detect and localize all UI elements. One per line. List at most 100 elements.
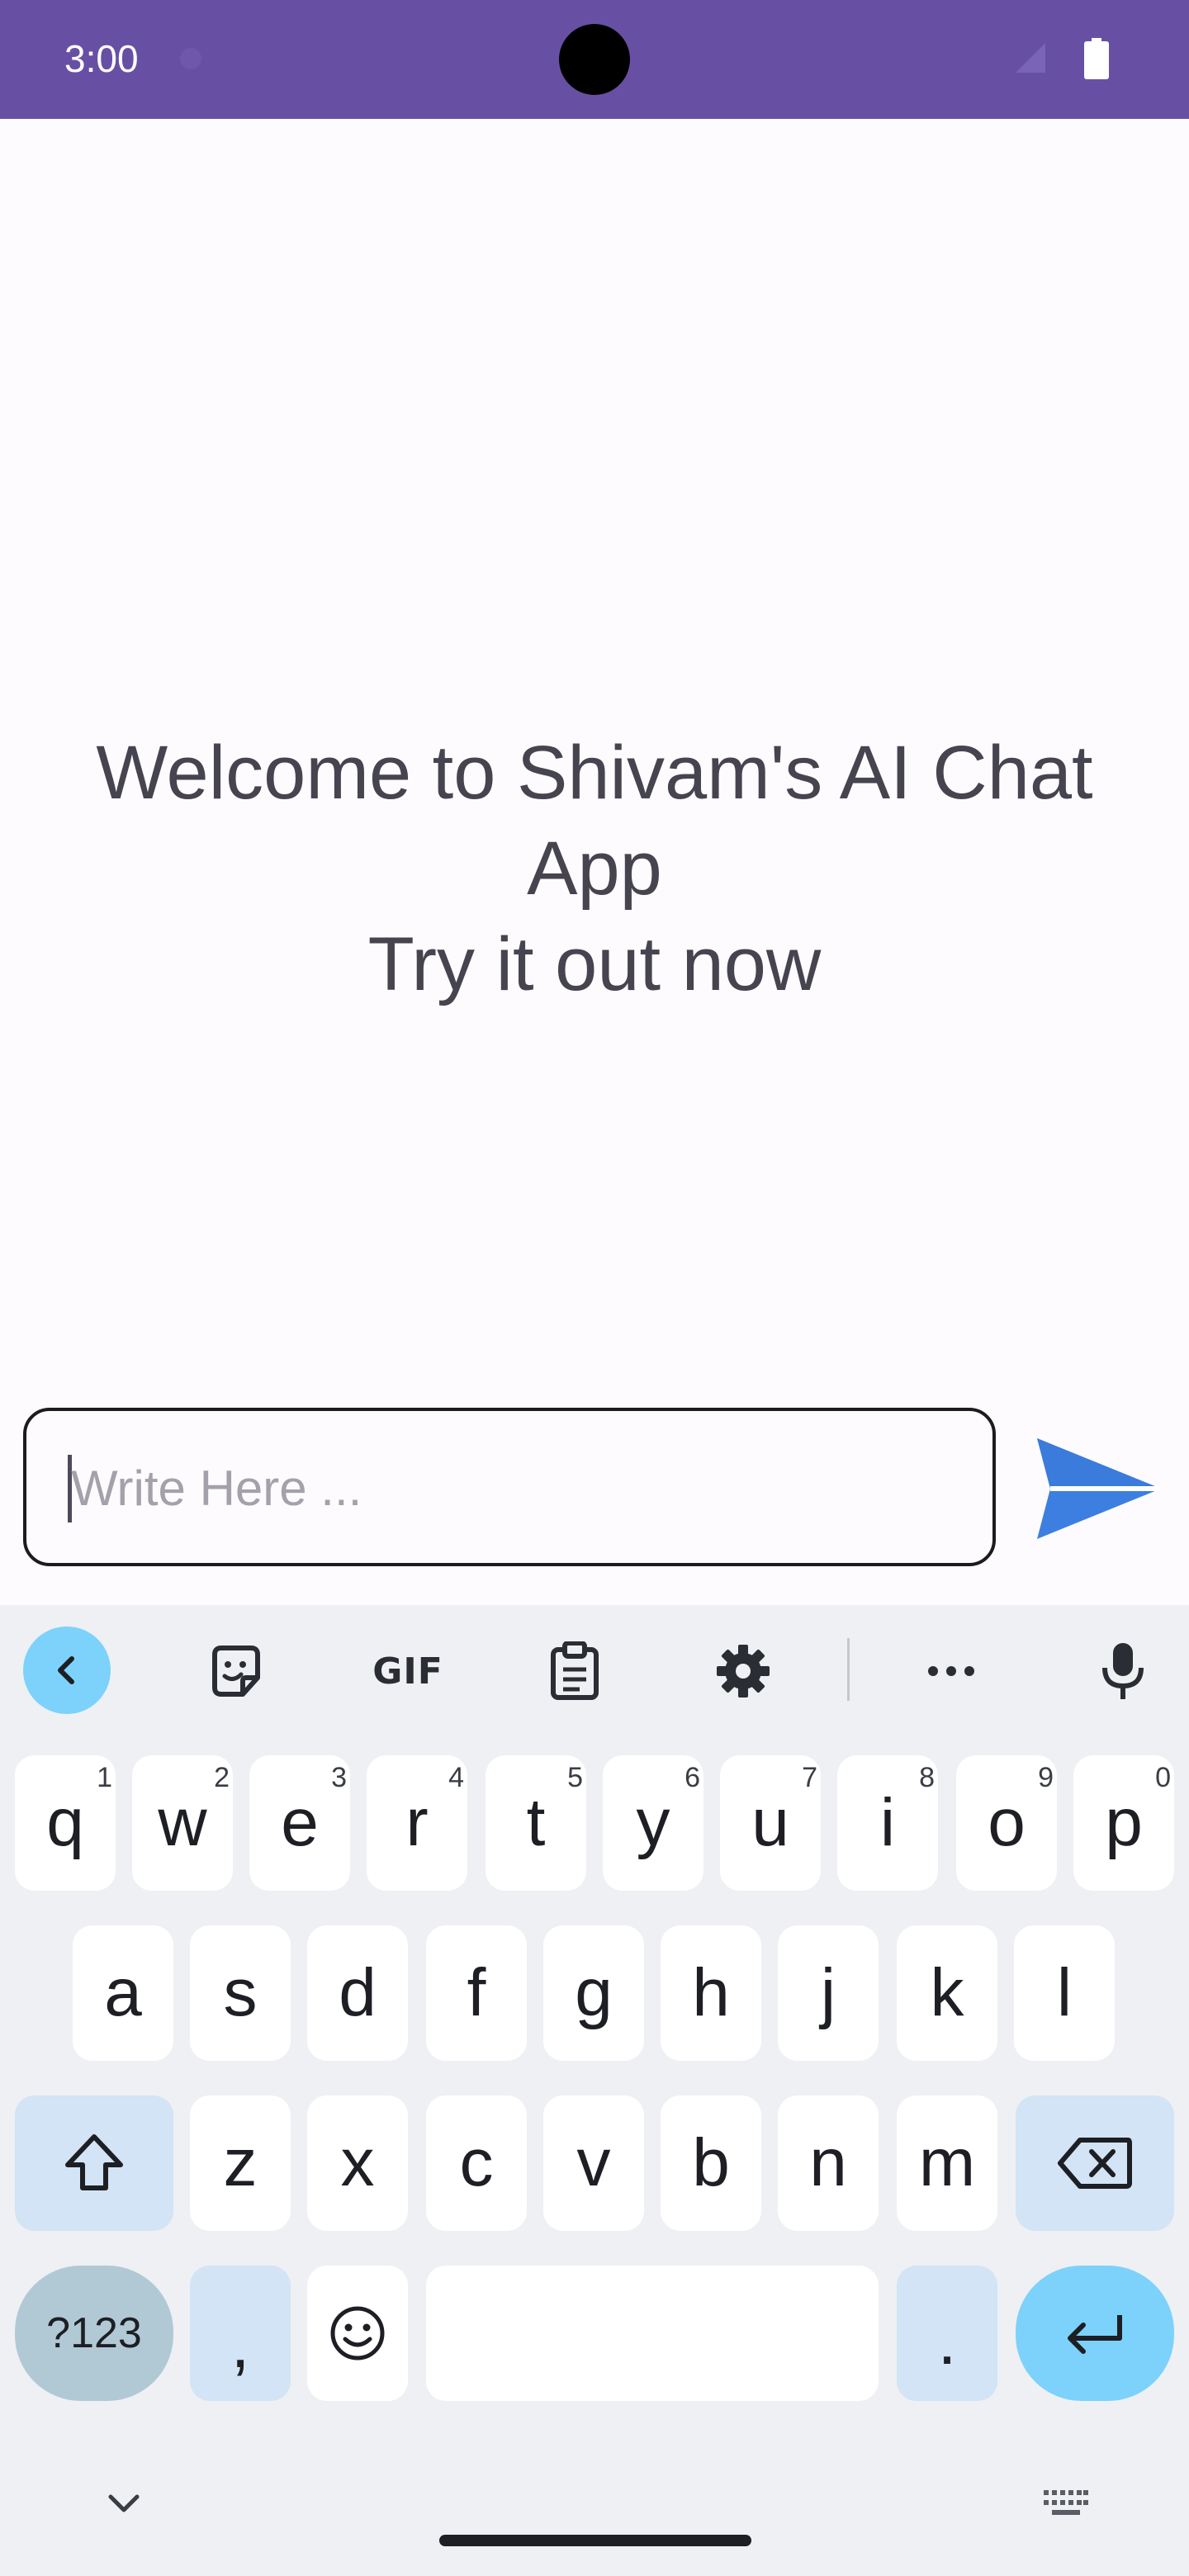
backspace-key[interactable] xyxy=(1016,2095,1174,2231)
key-label: k xyxy=(930,1955,964,2030)
key-label: y xyxy=(636,1785,670,1860)
enter-key[interactable] xyxy=(1016,2266,1174,2401)
welcome-message: Welcome to Shivam's AI Chat App Try it o… xyxy=(50,725,1139,1012)
key-label: , xyxy=(230,2307,250,2382)
welcome-line-3: Try it out now xyxy=(367,922,822,1006)
notification-dot-icon xyxy=(180,48,201,69)
key-label: l xyxy=(1056,1955,1073,2030)
key-b[interactable]: b xyxy=(661,2095,761,2231)
chevron-left-icon[interactable] xyxy=(23,1627,111,1714)
key-v[interactable]: v xyxy=(543,2095,644,2231)
gif-label: GIF xyxy=(372,1650,443,1693)
key-label: j xyxy=(820,1955,836,2030)
key-label: m xyxy=(918,2125,976,2200)
more-horizontal-icon[interactable] xyxy=(912,1631,991,1711)
battery-icon xyxy=(1084,38,1109,79)
key-j[interactable]: j xyxy=(778,1925,879,2061)
key-label: u xyxy=(751,1785,789,1860)
gear-icon[interactable] xyxy=(703,1631,783,1711)
key-l[interactable]: l xyxy=(1014,1925,1115,2061)
emoji-key[interactable] xyxy=(307,2266,408,2401)
key-label: h xyxy=(692,1955,730,2030)
key-label: z xyxy=(223,2125,258,2200)
key-hint: 6 xyxy=(685,1762,700,1793)
key-c[interactable]: c xyxy=(426,2095,527,2231)
key-k[interactable]: k xyxy=(897,1925,997,2061)
microphone-icon[interactable] xyxy=(1083,1631,1163,1711)
key-label: b xyxy=(692,2125,730,2200)
key-label: x xyxy=(340,2125,375,2200)
key-d[interactable]: d xyxy=(307,1925,408,2061)
key-hint: 2 xyxy=(214,1762,230,1793)
key-m[interactable]: m xyxy=(897,2095,997,2231)
welcome-line-1: Welcome to Shivam's AI Chat xyxy=(96,731,1093,815)
key-label: n xyxy=(809,2125,847,2200)
key-label: o xyxy=(988,1785,1026,1860)
clipboard-icon[interactable] xyxy=(535,1631,614,1711)
key-hint: 8 xyxy=(919,1762,935,1793)
enter-icon xyxy=(1068,2315,1122,2354)
symbols-key[interactable]: ?123 xyxy=(15,2266,173,2401)
key-o[interactable]: o9 xyxy=(956,1755,1057,1891)
status-bar: 3:00 xyxy=(0,0,1189,119)
key-label: i xyxy=(879,1785,896,1860)
key-label: q xyxy=(46,1785,84,1860)
key-hint: 7 xyxy=(802,1762,817,1793)
key-w[interactable]: w2 xyxy=(132,1755,233,1891)
key-g[interactable]: g xyxy=(543,1925,644,2061)
key-label: p xyxy=(1105,1785,1143,1860)
backspace-icon xyxy=(1058,2138,1132,2189)
key-f[interactable]: f xyxy=(426,1925,527,2061)
key-x[interactable]: x xyxy=(307,2095,408,2231)
key-label: ?123 xyxy=(46,2309,142,2357)
key-e[interactable]: e3 xyxy=(249,1755,350,1891)
key-hint: 4 xyxy=(448,1762,464,1793)
status-time: 3:00 xyxy=(64,37,139,80)
home-indicator[interactable] xyxy=(439,2535,751,2546)
key-u[interactable]: u7 xyxy=(720,1755,821,1891)
space-key[interactable] xyxy=(426,2266,879,2401)
key-label: v xyxy=(576,2125,611,2200)
key-p[interactable]: p0 xyxy=(1073,1755,1174,1891)
comma-key[interactable]: , xyxy=(190,2266,291,2401)
send-icon[interactable] xyxy=(1034,1435,1164,1542)
welcome-line-2: App xyxy=(527,826,662,911)
key-label: w xyxy=(158,1785,207,1860)
key-label: g xyxy=(575,1955,613,2030)
key-h[interactable]: h xyxy=(661,1925,761,2061)
camera-cutout xyxy=(559,24,630,95)
shift-icon xyxy=(65,2134,123,2190)
key-z[interactable]: z xyxy=(190,2095,291,2231)
key-a[interactable]: a xyxy=(73,1925,173,2061)
key-label: t xyxy=(526,1785,546,1860)
keyboard: GIF q 1 w 2 e 3 r 4 t 5 y 6 u 7 i 8 o 9 … xyxy=(0,1605,1189,2576)
key-r[interactable]: r4 xyxy=(367,1755,467,1891)
key-s[interactable]: s xyxy=(190,1925,291,2061)
key-label: . xyxy=(937,2304,957,2379)
key-y[interactable]: y6 xyxy=(603,1755,703,1891)
key-hint: 5 xyxy=(567,1762,583,1793)
chevron-down-icon[interactable] xyxy=(104,2488,144,2518)
keyboard-toolbar: GIF xyxy=(0,1605,1189,1729)
key-label: d xyxy=(339,1955,377,2030)
key-q[interactable]: q1 xyxy=(15,1755,116,1891)
key-hint: 0 xyxy=(1155,1762,1171,1793)
shift-key[interactable] xyxy=(15,2095,173,2231)
key-hint: 1 xyxy=(97,1762,112,1793)
keyboard-switch-icon[interactable] xyxy=(1042,2487,1090,2520)
key-hint: 3 xyxy=(331,1762,347,1793)
key-n[interactable]: n xyxy=(778,2095,879,2231)
gif-button[interactable]: GIF xyxy=(367,1631,449,1711)
key-label: s xyxy=(223,1955,258,2030)
key-label: f xyxy=(467,1955,486,2030)
sticker-icon[interactable] xyxy=(197,1631,276,1711)
emoji-icon xyxy=(330,2306,385,2361)
key-label: e xyxy=(281,1785,319,1860)
key-label: r xyxy=(405,1785,429,1860)
key-label: c xyxy=(459,2125,494,2200)
key-hint: 9 xyxy=(1038,1762,1054,1793)
key-t[interactable]: t5 xyxy=(486,1755,586,1891)
toolbar-divider xyxy=(847,1638,850,1701)
period-key[interactable]: . xyxy=(897,2266,997,2401)
key-i[interactable]: i8 xyxy=(837,1755,938,1891)
